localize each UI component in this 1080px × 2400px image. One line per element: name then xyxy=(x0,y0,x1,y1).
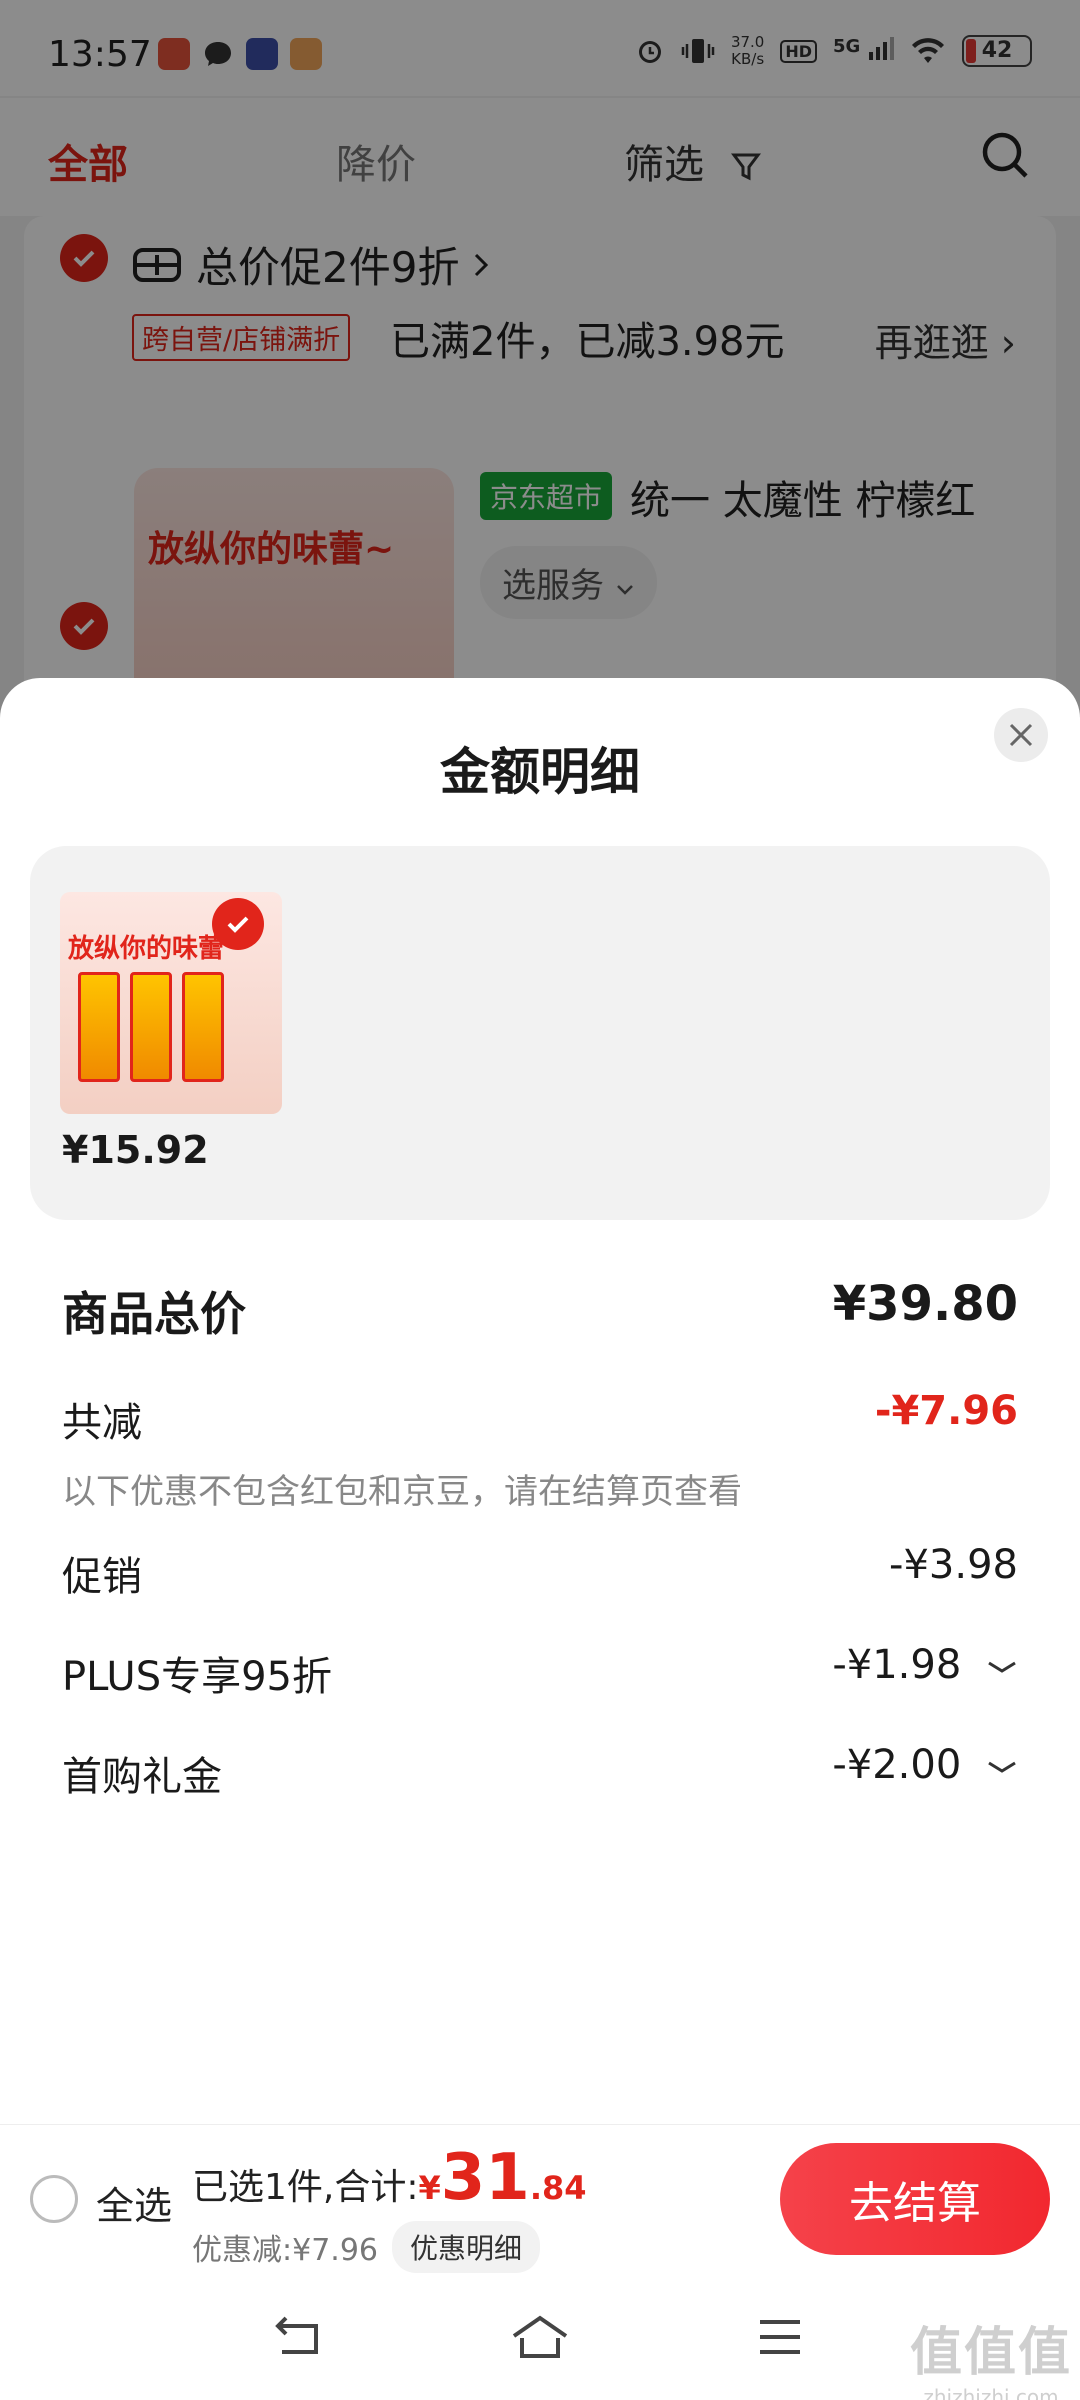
discount-note: 以下优惠不包含红包和京豆，请在结算页查看 xyxy=(62,1472,742,1512)
chevron-down-icon xyxy=(988,1761,1016,1773)
product-price: ¥15.92 xyxy=(62,1128,209,1172)
discount-line: 优惠减:¥7.96 优惠明细 xyxy=(192,2221,541,2273)
total-price-value: ¥39.80 xyxy=(832,1276,1018,1332)
drink-pack-image xyxy=(78,972,120,1082)
drink-pack-image xyxy=(182,972,224,1082)
select-all-label[interactable]: 全选 xyxy=(96,2175,172,2230)
first-purchase-label: 首购礼金 xyxy=(62,1754,222,1800)
total-currency: ¥ xyxy=(418,2169,441,2207)
total-integer: 31 xyxy=(440,2141,530,2215)
selected-count-text: 已选1件,合计: xyxy=(192,2167,419,2208)
checkout-button[interactable]: 去结算 xyxy=(780,2143,1050,2255)
close-button[interactable] xyxy=(994,708,1048,762)
selected-summary: 已选1件,合计:¥31.84 xyxy=(192,2141,587,2215)
discount-amount-text: 优惠减:¥7.96 xyxy=(192,2233,378,2268)
sheet-title: 金额明细 xyxy=(440,743,640,801)
watermark-logo: 值值值 xyxy=(909,2323,1072,2383)
selected-products-panel: 放纵你的味蕾 ¥15.92 xyxy=(30,846,1050,1220)
thumbnail-text: 放纵你的味蕾 xyxy=(68,934,225,964)
watermark-domain: zhizhizhi.com xyxy=(923,2385,1059,2400)
site-watermark: 值值值 zhizhizhi.com xyxy=(910,2310,1072,2400)
product-selected-check xyxy=(212,898,264,950)
total-price-label: 商品总价 xyxy=(62,1287,246,1341)
total-reduction-value: -¥7.96 xyxy=(874,1388,1018,1434)
discount-detail-button[interactable]: 优惠明细 xyxy=(392,2221,541,2273)
plus-discount-row-toggle[interactable]: -¥1.98 xyxy=(832,1642,1018,1688)
check-icon xyxy=(227,916,249,933)
select-all-checkbox[interactable] xyxy=(30,2175,78,2223)
promotion-label: 促销 xyxy=(62,1554,142,1600)
total-reduction-label: 共减 xyxy=(62,1400,142,1446)
menu-icon[interactable] xyxy=(756,2314,804,2360)
close-icon xyxy=(1009,723,1033,747)
first-purchase-value: -¥2.00 xyxy=(832,1742,962,1788)
checkout-bar: 全选 已选1件,合计:¥31.84 优惠减:¥7.96 优惠明细 去结算 xyxy=(0,2124,1080,2274)
promotion-value: -¥3.98 xyxy=(889,1542,1018,1588)
plus-discount-value: -¥1.98 xyxy=(832,1642,962,1688)
plus-discount-label: PLUS专享95折 xyxy=(62,1654,332,1700)
first-purchase-row-toggle[interactable]: -¥2.00 xyxy=(832,1742,1018,1788)
back-icon[interactable] xyxy=(272,2314,324,2360)
home-icon[interactable] xyxy=(510,2314,570,2360)
drink-pack-image xyxy=(130,972,172,1082)
chevron-down-icon xyxy=(988,1661,1016,1673)
total-decimal: .84 xyxy=(529,2169,587,2207)
